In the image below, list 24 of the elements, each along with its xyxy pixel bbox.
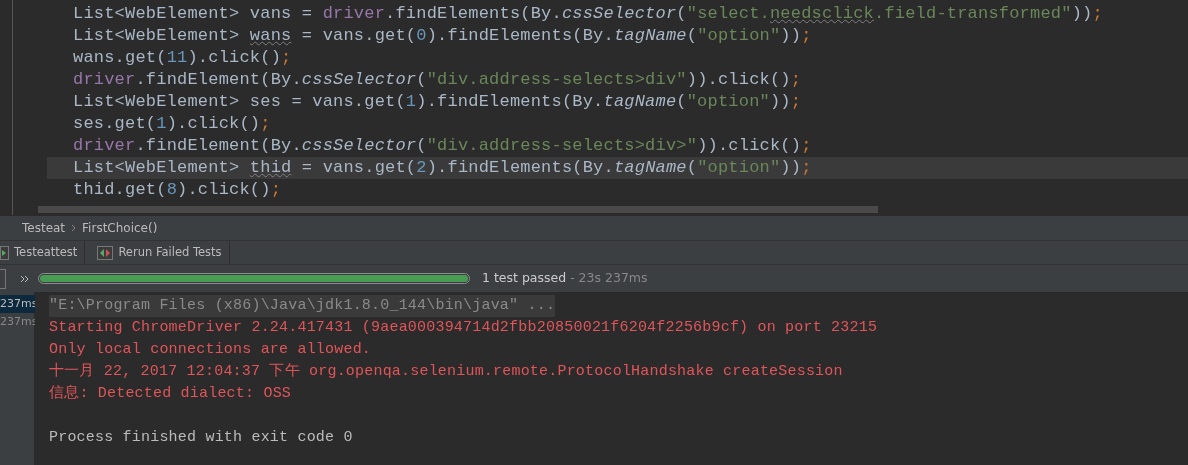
code-line: List<WebElement> ses = vans.get(1).findElements(By.tagName("option")); (72, 91, 803, 113)
scrollbar[interactable] (38, 206, 878, 213)
rerun-icon (97, 245, 114, 260)
console-line: Process finished with exit code 0 (49, 428, 353, 448)
console-line: 十一月 22, 2017 12:04:37 下午 org.openqa.selenium.remote.ProtocolHandshake createSession (49, 361, 843, 382)
code-line: List<WebElement> vans = driver.findElements(By.cssSelector("select.needsclick.field-transformed")); (72, 3, 1104, 25)
test-status: 1 test passed (482, 269, 567, 288)
chevron-icon (71, 224, 77, 232)
code-line: driver.findElement(By.cssSelector("div.address-selects>div")).click(); (72, 69, 803, 91)
test-duration: - 23s 237ms (569, 269, 648, 288)
breadcrumb-item[interactable]: FirstChoice() (82, 219, 158, 237)
run-tab[interactable]: Testeattest (0, 241, 86, 264)
code-line: List<WebElement> wans = vans.get(0).findElements(By.tagName("option")); (72, 25, 813, 47)
breadcrumb-item[interactable]: Testeat (22, 219, 66, 237)
run-tab[interactable]: Rerun Failed Tests (85, 241, 230, 264)
toolbar-button[interactable] (0, 268, 6, 289)
code-line: ses.get(1).click(); (72, 113, 272, 135)
expand-icon[interactable] (20, 274, 30, 283)
code-line: thid.get(8).click(); (72, 179, 283, 201)
console-line: 信息: Detected dialect: OSS (49, 384, 292, 404)
console-line: Only local connections are allowed. (49, 340, 372, 360)
code-line: driver.findElement(By.cssSelector("div.address-selects>div>")).click(); (72, 135, 813, 157)
code-line: wans.get(11).click(); (72, 47, 293, 69)
console-line: Starting ChromeDriver 2.24.417431 (9aea000394714d2fbb20850021f6204f2256b9cf) on port 23215 (49, 318, 878, 338)
